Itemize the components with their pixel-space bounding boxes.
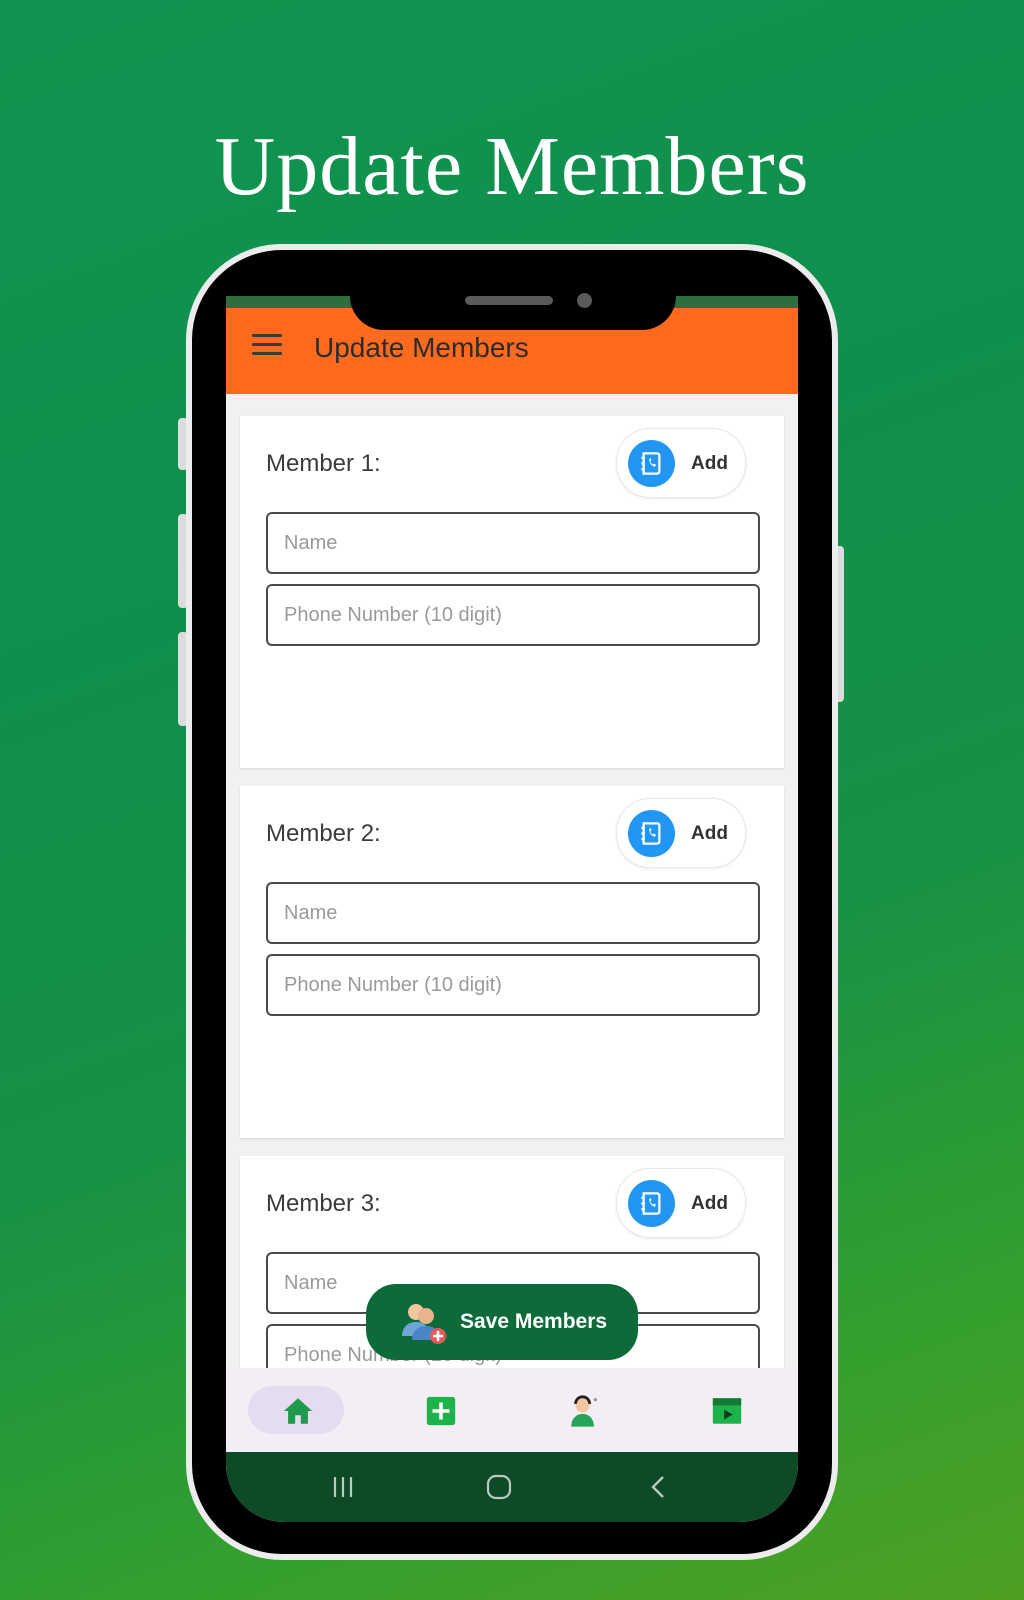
add-people-icon [402,1304,446,1344]
contact-book-icon [628,1180,675,1227]
nav-support[interactable] [512,1368,655,1452]
video-icon [712,1398,742,1424]
name-input[interactable] [268,514,758,572]
name-input[interactable] [268,884,758,942]
phone-input[interactable] [268,586,758,644]
add-label: Add [691,1193,728,1214]
name-field[interactable] [266,512,760,574]
phone-field[interactable] [266,954,760,1016]
nav-home[interactable] [226,1368,369,1452]
page-title: Update Members [314,332,529,363]
back-icon[interactable] [646,1474,672,1500]
name-field[interactable] [266,882,760,944]
home-circle-icon[interactable] [486,1474,512,1500]
contact-book-icon [628,810,675,857]
add-square-icon [426,1396,456,1426]
nav-video[interactable] [655,1368,798,1452]
bottom-navigation [226,1368,798,1452]
speaker-grille [465,296,553,305]
add-contact-button[interactable]: Add [616,1168,746,1238]
member-card-2: Member 2: Add [240,786,784,1138]
add-contact-button[interactable]: Add [616,428,746,498]
notch [350,284,676,330]
nav-add[interactable] [369,1368,512,1452]
hamburger-menu-icon[interactable] [252,334,282,356]
phone-input[interactable] [268,956,758,1014]
support-agent-icon [571,1395,598,1427]
member-label: Member 3: [266,1190,381,1217]
add-label: Add [691,823,728,844]
save-members-button[interactable]: Save Members [366,1284,638,1360]
home-icon [283,1398,313,1424]
app-screen: Update Members Member 1: Add Member 2: A… [226,296,798,1522]
add-label: Add [691,453,728,474]
save-members-label: Save Members [460,1310,608,1333]
phone-field[interactable] [266,584,760,646]
page-headline: Update Members [214,120,810,213]
member-label: Member 1: [266,450,381,477]
contact-book-icon [628,440,675,487]
member-card-1: Member 1: Add [240,416,784,768]
recents-icon[interactable] [330,1474,356,1500]
add-contact-button[interactable]: Add [616,798,746,868]
system-navigation-bar [226,1452,798,1522]
member-label: Member 2: [266,820,381,847]
front-camera [577,293,592,308]
